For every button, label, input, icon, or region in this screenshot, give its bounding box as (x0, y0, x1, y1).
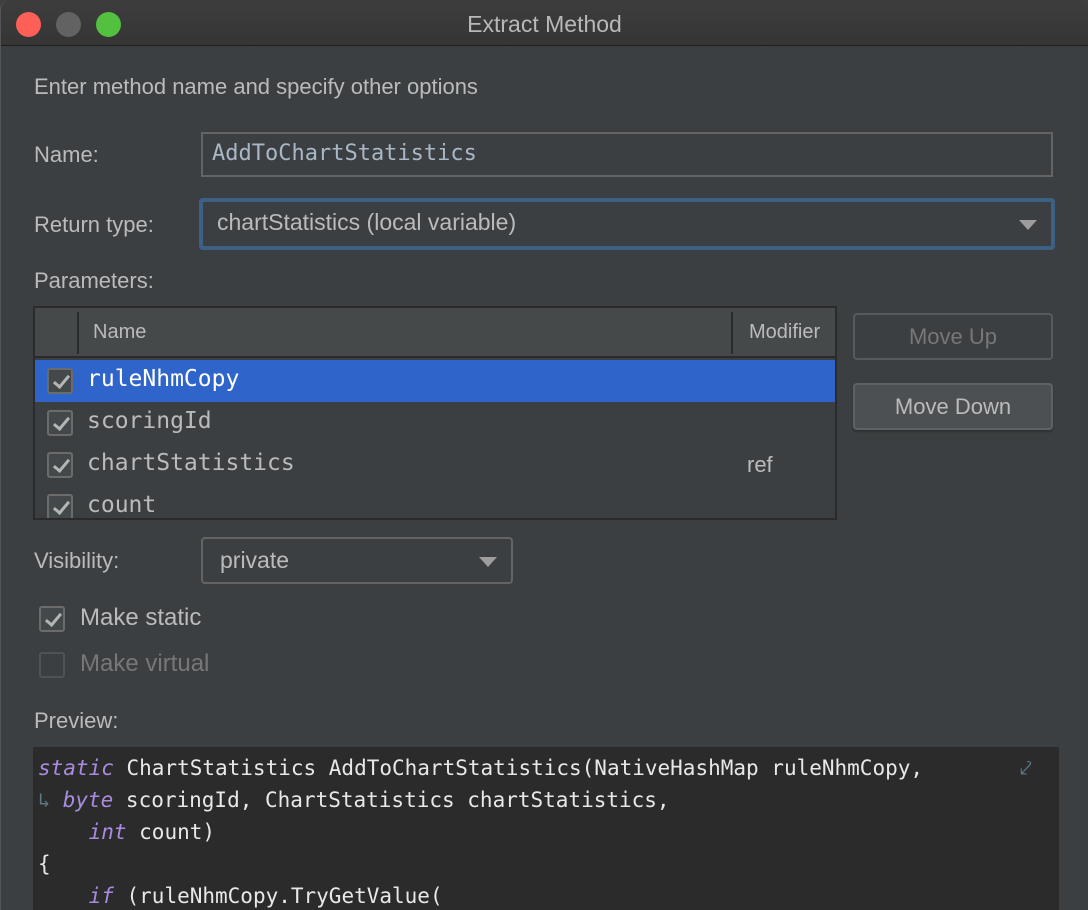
code-line: ↳ byte scoringId, ChartStatistics chartS… (38, 784, 1058, 816)
parameters-table: Name Modifier ruleNhmCopy scoringId char… (33, 306, 837, 520)
parameter-name: scoringId (87, 408, 212, 434)
return-type-label: Return type: (34, 212, 154, 237)
visibility-label: Visibility: (34, 548, 120, 573)
parameter-name: ruleNhmCopy (87, 366, 240, 392)
column-header-modifier[interactable]: Modifier (749, 321, 820, 344)
table-row[interactable]: chartStatistics ref (35, 444, 835, 486)
make-static-label[interactable]: Make static (80, 604, 201, 632)
table-row[interactable]: count (35, 486, 835, 518)
chevron-down-icon (1019, 220, 1037, 230)
column-divider (77, 312, 79, 354)
name-label: Name: (34, 142, 99, 167)
preview-label: Preview: (34, 708, 119, 733)
code-text: ChartStatistics AddToChartStatistics(Nat… (113, 756, 924, 780)
parameter-checkbox[interactable] (47, 452, 73, 478)
chevron-down-icon (479, 557, 497, 567)
move-down-button[interactable]: Move Down (853, 383, 1053, 430)
visibility-dropdown[interactable]: private (201, 537, 513, 584)
make-static-checkbox[interactable] (39, 606, 65, 632)
parameter-checkbox[interactable] (47, 368, 73, 394)
extract-method-dialog: Extract Method Enter method name and spe… (0, 0, 1088, 910)
code-text: (ruleNhmCopy.TryGetValue( (113, 884, 443, 908)
code-text: { (38, 852, 51, 876)
column-divider[interactable] (731, 312, 733, 354)
title-bar: Extract Method (1, 0, 1088, 46)
make-virtual-checkbox (39, 652, 65, 678)
column-header-name[interactable]: Name (93, 321, 146, 344)
table-header: Name Modifier (35, 308, 835, 358)
code-line: int count) (38, 816, 1058, 848)
code-line: { (38, 848, 1058, 880)
soft-wrap-continue-icon: ↳ (38, 788, 51, 812)
code-keyword: static (38, 756, 114, 780)
code-keyword: if (88, 884, 114, 908)
code-text: count) (126, 820, 216, 844)
visibility-value: private (220, 547, 290, 573)
parameter-name: chartStatistics (87, 450, 295, 476)
table-row[interactable]: ruleNhmCopy (35, 360, 835, 402)
parameter-modifier: ref (747, 452, 773, 477)
table-row[interactable]: scoringId (35, 402, 835, 444)
return-type-value: chartStatistics (local variable) (217, 209, 517, 235)
move-up-button[interactable]: Move Up (853, 313, 1053, 360)
code-keyword: byte (62, 788, 114, 812)
parameter-name: count (87, 492, 157, 518)
code-preview[interactable]: static ChartStatistics AddToChartStatist… (33, 747, 1059, 910)
method-name-input[interactable]: AddToChartStatistics (201, 132, 1053, 177)
make-virtual-label: Make virtual (80, 650, 210, 677)
return-type-dropdown[interactable]: chartStatistics (local variable) (199, 198, 1055, 250)
soft-wrap-end-icon: ⤦ (1020, 756, 1032, 780)
code-text: scoringId, ChartStatistics chartStatisti… (113, 788, 670, 812)
window-title: Extract Method (467, 11, 622, 37)
intro-text: Enter method name and specify other opti… (34, 74, 478, 99)
code-line: static ChartStatistics AddToChartStatist… (38, 752, 1058, 784)
code-keyword: int (88, 820, 127, 844)
parameter-checkbox[interactable] (47, 494, 73, 518)
parameters-label: Parameters: (34, 268, 154, 293)
code-line: if (ruleNhmCopy.TryGetValue( (38, 880, 1058, 910)
parameter-checkbox[interactable] (47, 410, 73, 436)
